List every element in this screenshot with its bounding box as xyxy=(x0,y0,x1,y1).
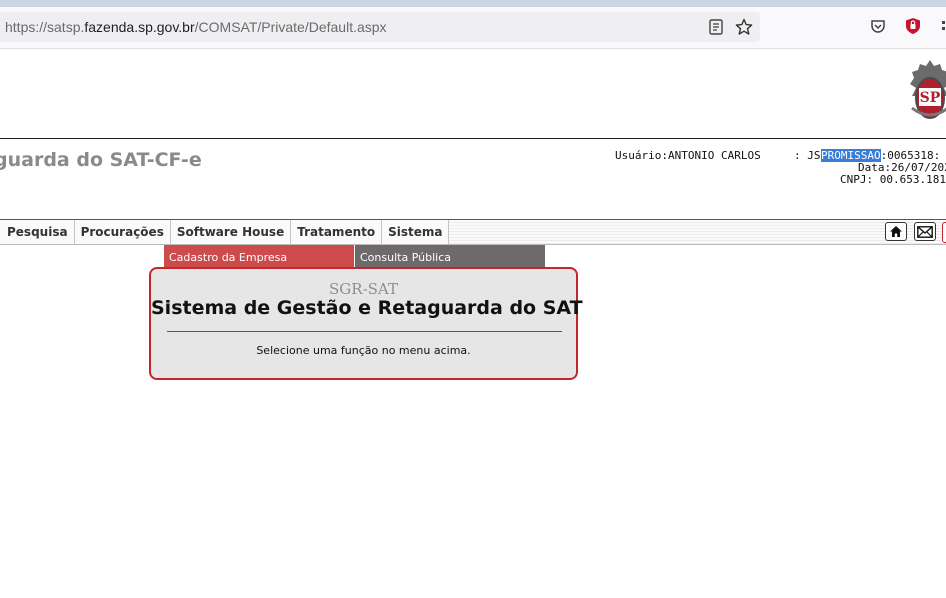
url-text[interactable]: https://satsp.fazenda.sp.gov.br/COMSAT/P… xyxy=(5,19,387,35)
mail-icon xyxy=(917,225,933,238)
ublock-shield-icon[interactable] xyxy=(904,17,922,35)
svg-text:SP: SP xyxy=(920,90,941,106)
url-domain: fazenda.sp.gov.br xyxy=(84,19,195,35)
menu-pesquisa[interactable]: Pesquisa xyxy=(0,220,75,244)
sao-paulo-crest-logo: SP xyxy=(908,58,946,124)
home-button[interactable] xyxy=(885,222,907,241)
header-divider xyxy=(0,138,946,139)
system-abbreviation: SGR-SAT xyxy=(329,280,398,298)
window-top-strip xyxy=(0,0,946,7)
branch-prefix: : JS xyxy=(794,149,821,162)
menu-procuracoes[interactable]: Procurações xyxy=(75,220,171,244)
menu-items: Pesquisa Procurações Software House Trat… xyxy=(0,220,450,244)
menu-tratamento[interactable]: Tratamento xyxy=(291,220,383,244)
url-path: /COMSAT/Private/Default.aspx xyxy=(194,19,387,35)
logout-button[interactable] xyxy=(942,222,946,243)
reader-view-icon[interactable] xyxy=(707,18,725,36)
browser-toolbar: https://satsp.fazenda.sp.gov.br/COMSAT/P… xyxy=(0,7,946,49)
address-bar[interactable]: https://satsp.fazenda.sp.gov.br/COMSAT/P… xyxy=(0,12,760,42)
extensions-icon[interactable] xyxy=(936,17,946,35)
instruction-message: Selecione uma função no menu acima. xyxy=(256,344,471,357)
panel-divider xyxy=(167,331,562,332)
main-menu-bar: Pesquisa Procurações Software House Trat… xyxy=(0,219,946,245)
pocket-icon[interactable] xyxy=(869,17,887,35)
submenu-cadastro-empresa[interactable]: Cadastro da Empresa xyxy=(164,245,354,268)
menu-sistema[interactable]: Sistema xyxy=(382,220,450,244)
system-title: Sistema de Gestão e Retaguarda do SAT xyxy=(151,297,583,319)
welcome-panel: SGR-SAT Sistema de Gestão e Retaguarda d… xyxy=(149,267,583,380)
user-label: Usuário:ANTONIO CARLOS xyxy=(615,149,761,162)
page-title: guarda do SAT-CF-e xyxy=(0,149,202,171)
cnpj-label: CNPJ: 00.653.181/ xyxy=(840,173,946,186)
home-icon xyxy=(890,226,902,237)
bookmark-star-icon[interactable] xyxy=(735,18,753,36)
mail-button[interactable] xyxy=(914,222,936,241)
menu-software-house[interactable]: Software House xyxy=(171,220,292,244)
url-prefix: https://satsp. xyxy=(5,19,85,35)
submenu-consulta-publica[interactable]: Consulta Pública xyxy=(355,245,545,268)
